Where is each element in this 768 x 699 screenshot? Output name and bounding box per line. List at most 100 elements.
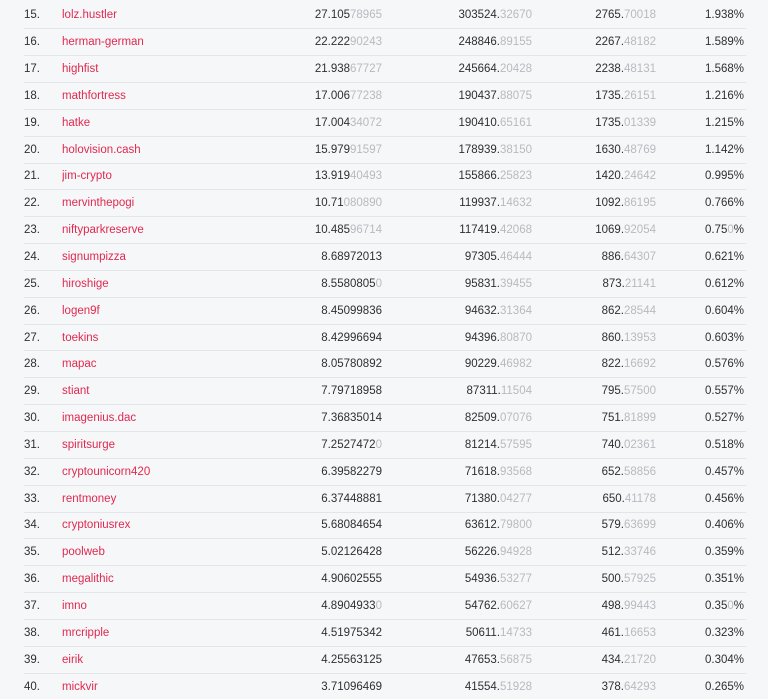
account-link[interactable]: spiritsurge xyxy=(62,439,115,451)
value-digits: 0.75 xyxy=(704,224,728,237)
value-3-cell: 498.99443 xyxy=(532,593,656,620)
account-link[interactable]: eirik xyxy=(62,654,83,666)
account-link[interactable]: rentmoney xyxy=(62,493,116,505)
value-digits: 41554. xyxy=(464,680,501,693)
account-link[interactable]: mrcripple xyxy=(62,627,109,639)
dim-digits: 64293 xyxy=(624,680,656,693)
table-row: 17. highfist 21.93867727 245664.20428 2238.4… xyxy=(24,56,746,83)
value-digits: 8.45099836 xyxy=(321,304,382,317)
value-digits: 245664. xyxy=(458,63,501,76)
value-1-cell: 17.00434072 xyxy=(222,109,382,136)
table-row: 20. holovision.cash 15.97991597 178939.3815… xyxy=(24,136,746,164)
account-cell: mervinthepogi xyxy=(62,190,222,217)
value-2-cell: 248846.89155 xyxy=(382,29,532,56)
rank-number: 17. xyxy=(24,63,40,76)
value-digits: 0.612% xyxy=(704,277,744,290)
account-link[interactable]: cryptoniusrex xyxy=(62,519,130,531)
value-digits: 303524. xyxy=(458,9,501,22)
value-2-cell: 190410.65161 xyxy=(382,109,532,136)
account-link[interactable]: niftyparkreserve xyxy=(62,224,144,236)
dim-digits: 0 xyxy=(375,599,382,612)
value-digits: 6.37448881 xyxy=(321,492,382,505)
value-digits: 1.215% xyxy=(704,116,744,129)
value-digits: 7.2527472 xyxy=(321,438,376,451)
account-link[interactable]: toekins xyxy=(62,332,98,344)
account-link[interactable]: mervinthepogi xyxy=(62,197,134,209)
account-link[interactable]: imagenius.dac xyxy=(62,412,136,424)
dim-digits: 21141 xyxy=(624,277,656,290)
dim-digits: 64307 xyxy=(624,251,656,264)
value-2-cell: 63612.79800 xyxy=(382,512,532,539)
dim-digits: 57925 xyxy=(624,573,656,586)
value-digits: 8.5580805 xyxy=(321,277,376,290)
dim-digits: 48131 xyxy=(624,63,656,76)
value-1-cell: 21.93867727 xyxy=(222,56,382,83)
value-digits: 119937. xyxy=(459,197,501,210)
dim-digits: 48182 xyxy=(624,36,656,49)
account-link[interactable]: mapac xyxy=(62,358,97,370)
account-link[interactable]: mickvir xyxy=(62,681,98,693)
account-link[interactable]: hatke xyxy=(62,117,90,129)
value-digits: 248846. xyxy=(458,36,501,49)
account-link[interactable]: poolweb xyxy=(62,546,105,558)
account-link[interactable]: highfist xyxy=(62,63,98,75)
value-digits: 47653. xyxy=(464,653,501,666)
account-link[interactable]: stiant xyxy=(62,385,90,397)
value-digits: 8.68972013 xyxy=(321,251,382,264)
account-cell: jim-crypto xyxy=(62,163,222,190)
value-3-cell: 2238.48131 xyxy=(532,56,656,83)
rank-number: 37. xyxy=(24,599,40,612)
value-2-cell: 303524.32670 xyxy=(382,2,532,29)
account-link[interactable]: megalithic xyxy=(62,573,114,585)
value-digits: 155866. xyxy=(458,170,501,183)
account-link[interactable]: holovision.cash xyxy=(62,144,141,156)
account-link[interactable]: cryptounicorn420 xyxy=(62,466,150,478)
dim-digits: 94928 xyxy=(500,546,532,559)
value-digits: 2267. xyxy=(595,36,625,49)
value-digits: 378. xyxy=(601,680,625,693)
value-digits: 190410. xyxy=(458,116,501,129)
account-link[interactable]: signumpizza xyxy=(62,251,126,263)
table-row: 31. spiritsurge 7.25274720 81214.57595 740.0… xyxy=(24,432,746,459)
account-link[interactable]: mathfortress xyxy=(62,90,126,102)
rank-cell: 35. xyxy=(24,539,62,566)
share-percent-cell: 1.215% xyxy=(656,109,746,136)
account-cell: stiant xyxy=(62,378,222,405)
value-digits: 512. xyxy=(601,546,625,559)
rank-number: 33. xyxy=(24,492,40,505)
account-link[interactable]: lolz.hustler xyxy=(62,9,117,21)
account-cell: hatke xyxy=(62,109,222,136)
dim-digits: 92054 xyxy=(624,224,656,237)
value-digits: 50611. xyxy=(465,626,501,639)
value-1-cell: 17.00677238 xyxy=(222,83,382,110)
rank-cell: 33. xyxy=(24,485,62,512)
dim-digits: 26151 xyxy=(624,89,656,102)
value-3-cell: 2765.70018 xyxy=(532,2,656,29)
rank-cell: 30. xyxy=(24,405,62,432)
account-cell: imno xyxy=(62,593,222,620)
share-percent-cell: 1.216% xyxy=(656,83,746,110)
value-digits: 1.568% xyxy=(704,63,744,76)
account-link[interactable]: imno xyxy=(62,600,87,612)
account-cell: niftyparkreserve xyxy=(62,217,222,244)
account-link[interactable]: herman-german xyxy=(62,36,144,48)
account-link[interactable]: logen9f xyxy=(62,305,100,317)
value-digits: 13.919 xyxy=(314,170,351,183)
value-3-cell: 740.02361 xyxy=(532,432,656,459)
account-link[interactable]: jim-crypto xyxy=(62,170,112,182)
account-link[interactable]: hiroshige xyxy=(62,278,109,290)
dim-digits: 77238 xyxy=(350,89,382,102)
dim-digits: 42068 xyxy=(500,224,532,237)
value-3-cell: 579.63699 xyxy=(532,512,656,539)
value-digits: 71380. xyxy=(464,492,501,505)
value-digits: 0.603% xyxy=(704,331,744,344)
table-row: 23. niftyparkreserve 10.48596714 117419.420… xyxy=(24,217,746,244)
dim-digits: 65161 xyxy=(500,116,532,129)
value-digits: 56226. xyxy=(464,546,501,559)
account-cell: spiritsurge xyxy=(62,432,222,459)
table-row: 19. hatke 17.00434072 190410.65161 1735.0133… xyxy=(24,109,746,137)
dim-digits: 080890 xyxy=(343,197,382,210)
value-1-cell: 13.91940493 xyxy=(222,163,382,190)
dim-digits: 60627 xyxy=(500,599,532,612)
value-1-cell: 8.05780892 xyxy=(222,351,382,378)
